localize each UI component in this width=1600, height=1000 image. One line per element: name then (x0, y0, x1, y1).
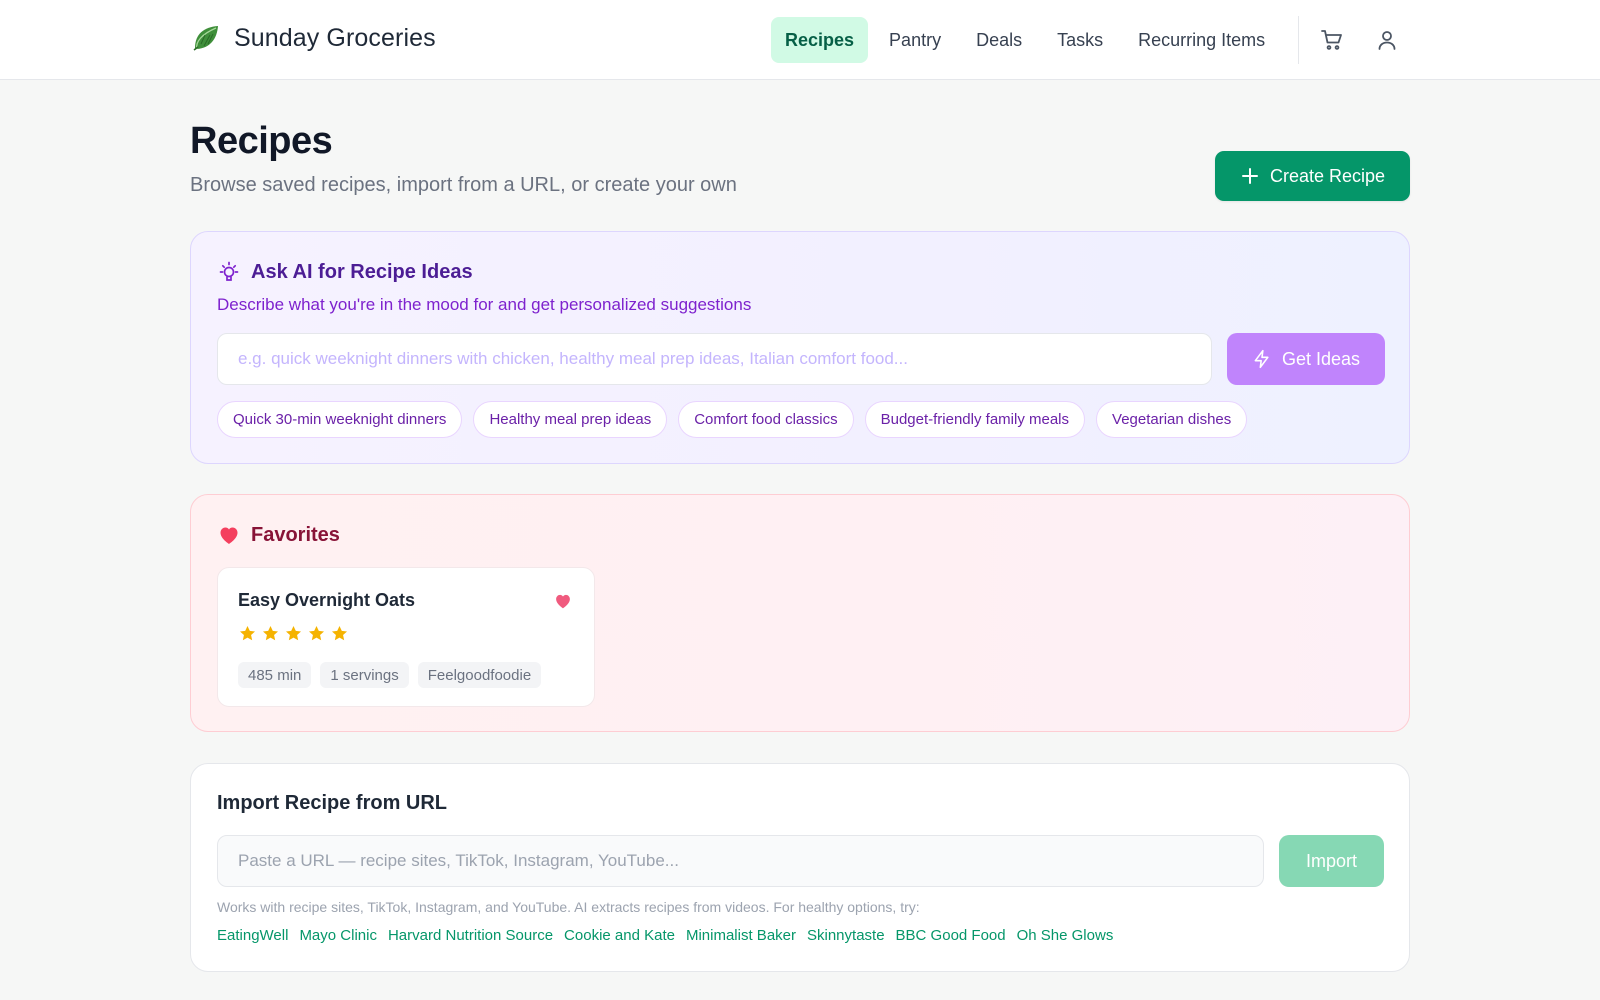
recipe-time-tag: 485 min (238, 662, 312, 688)
source-link[interactable]: Mayo Clinic (299, 927, 377, 944)
recipe-servings-tag: 1 servings (320, 662, 409, 688)
nav-deals[interactable]: Deals (962, 17, 1036, 63)
get-ideas-label: Get Ideas (1281, 348, 1361, 369)
plus-icon (1241, 168, 1258, 184)
import-recipe-panel: Import Recipe from URL Import Works with… (190, 763, 1410, 972)
main-nav: Recipes Pantry Deals Tasks Recurring Ite… (771, 17, 1286, 63)
source-link[interactable]: Oh She Glows (1017, 927, 1114, 944)
star-icon (308, 625, 325, 641)
star-icon (239, 625, 256, 641)
star-icon (331, 625, 348, 641)
favorites-header: Favorites (217, 523, 340, 547)
ai-panel-title: Ask AI for Recipe Ideas (251, 260, 473, 283)
suggestion-chip[interactable]: Budget-friendly family meals (864, 401, 1086, 438)
create-recipe-button[interactable]: Create Recipe (1215, 151, 1410, 201)
get-ideas-button[interactable]: Get Ideas (1227, 333, 1385, 385)
star-icon (262, 625, 279, 641)
cart-button[interactable] (1316, 24, 1348, 56)
suggestion-chip[interactable]: Comfort food classics (678, 401, 854, 438)
ai-panel-header: Ask AI for Recipe Ideas (217, 260, 473, 284)
suggestion-chip[interactable]: Quick 30-min weeknight dinners (217, 401, 463, 438)
import-help-text: Works with recipe sites, TikTok, Instagr… (217, 899, 920, 915)
import-button[interactable]: Import (1279, 835, 1384, 887)
recipe-card[interactable]: Easy Overnight Oats 485 min 1 servings F… (217, 567, 595, 707)
brand[interactable]: Sunday Groceries (190, 22, 436, 54)
brand-name: Sunday Groceries (234, 23, 436, 52)
source-link[interactable]: Minimalist Baker (686, 927, 796, 944)
recipe-url-input[interactable] (217, 835, 1264, 887)
import-panel-title: Import Recipe from URL (217, 792, 448, 814)
account-button[interactable] (1371, 24, 1403, 56)
favorites-title: Favorites (251, 523, 340, 546)
nav-tasks[interactable]: Tasks (1043, 17, 1117, 63)
source-link[interactable]: Skinnytaste (807, 927, 885, 944)
favorite-heart-icon[interactable] (552, 590, 574, 612)
cart-icon (1321, 30, 1342, 50)
source-link[interactable]: EatingWell (217, 927, 288, 944)
nav-pantry[interactable]: Pantry (875, 17, 955, 63)
star-rating (238, 624, 349, 643)
user-icon (1378, 31, 1396, 50)
page-title: Recipes (190, 120, 333, 162)
ai-prompt-input[interactable] (217, 333, 1212, 385)
favorites-panel: Favorites Easy Overnight Oats 485 min 1 … (190, 494, 1410, 732)
recipe-tags: 485 min 1 servings Feelgoodfoodie (238, 662, 542, 688)
suggestion-chip[interactable]: Vegetarian dishes (1096, 401, 1248, 438)
lightbulb-icon (219, 261, 239, 281)
ai-panel-description: Describe what you're in the mood for and… (217, 295, 752, 314)
page-subtitle: Browse saved recipes, import from a URL,… (190, 174, 737, 196)
suggested-sources: EatingWell Mayo Clinic Harvard Nutrition… (217, 927, 1113, 944)
source-link[interactable]: Cookie and Kate (564, 927, 675, 944)
star-icon (285, 625, 302, 641)
nav-recipes[interactable]: Recipes (771, 17, 869, 63)
top-navigation-bar: Sunday Groceries Recipes Pantry Deals Ta… (0, 0, 1600, 80)
lightning-icon (1254, 349, 1269, 369)
source-link[interactable]: BBC Good Food (896, 927, 1006, 944)
source-link[interactable]: Harvard Nutrition Source (388, 927, 553, 944)
leaf-logo-icon (193, 26, 218, 51)
recipe-source-tag: Feelgoodfoodie (417, 662, 542, 688)
suggestion-chips: Quick 30-min weeknight dinners Healthy m… (217, 401, 1248, 438)
create-recipe-label: Create Recipe (1269, 165, 1386, 186)
recipe-name: Easy Overnight Oats (238, 590, 416, 610)
nav-recurring-items[interactable]: Recurring Items (1124, 17, 1279, 63)
ai-recipe-ideas-panel: Ask AI for Recipe Ideas Describe what yo… (190, 231, 1410, 464)
nav-divider (1298, 16, 1299, 64)
heart-icon (220, 527, 238, 544)
suggestion-chip[interactable]: Healthy meal prep ideas (473, 401, 668, 438)
